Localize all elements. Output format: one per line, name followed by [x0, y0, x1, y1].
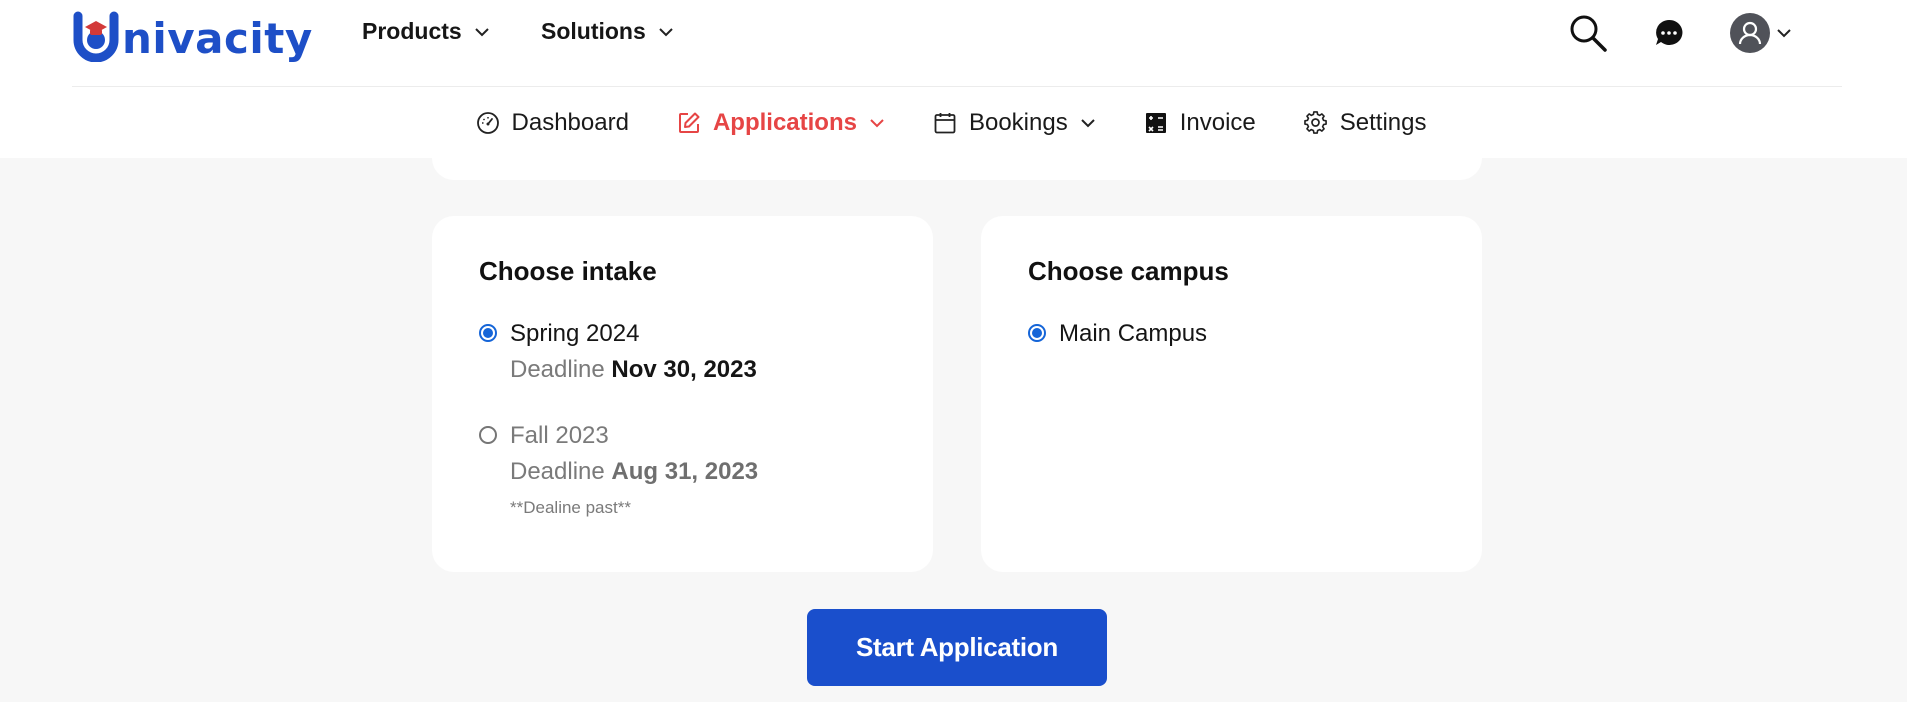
edit-icon: [678, 112, 700, 133]
chevron-down-icon: [474, 27, 489, 36]
tab-settings-label: Settings: [1339, 108, 1427, 136]
brand-name: nivacity: [122, 14, 313, 63]
campus-option-name: Main Campus: [1059, 320, 1208, 347]
nav-products[interactable]: Products: [362, 18, 490, 45]
radio-fall-2023[interactable]: [479, 426, 497, 444]
tab-bookings[interactable]: Bookings: [933, 109, 1096, 137]
chevron-down-icon: [870, 118, 884, 127]
tab-dashboard-label: Dashboard: [511, 108, 629, 136]
deadline-label: Deadline: [510, 356, 605, 383]
chevron-down-icon: [1080, 118, 1095, 127]
chevron-down-icon: [659, 27, 673, 36]
chevron-down-icon: [1777, 29, 1791, 38]
intake-option-deadline: Deadline Nov 30, 2023: [510, 356, 757, 384]
intake-title: Choose intake: [479, 256, 657, 286]
tab-bookings-label: Bookings: [968, 108, 1068, 136]
gauge-icon: [476, 111, 499, 134]
tab-applications[interactable]: Applications: [677, 109, 885, 137]
deadline-date: Nov 30, 2023: [611, 356, 757, 383]
invoice-icon: [1145, 112, 1166, 133]
nav-solutions-label: Solutions: [541, 18, 646, 44]
nav-products-label: Products: [362, 18, 462, 44]
chat-button[interactable]: [1654, 0, 1684, 66]
tab-invoice[interactable]: Invoice: [1144, 109, 1256, 137]
intake-card: Choose intake Spring 2024 Deadline Nov 3…: [432, 216, 933, 572]
deadline-label: Deadline: [510, 458, 605, 485]
tab-settings[interactable]: Settings: [1303, 108, 1427, 137]
search-button[interactable]: [1568, 0, 1608, 66]
tab-dashboard[interactable]: Dashboard: [476, 109, 629, 137]
radio-main-campus[interactable]: [1028, 324, 1046, 342]
nav-solutions[interactable]: Solutions: [541, 18, 674, 45]
gear-icon: [1303, 110, 1327, 134]
campus-card: Choose campus Main Campus: [981, 216, 1482, 572]
chat-icon: [1656, 19, 1683, 45]
intake-option-name: Fall 2023: [510, 422, 609, 449]
intake-option-name: Spring 2024: [510, 320, 640, 347]
user-menu[interactable]: [1730, 0, 1792, 66]
top-bar: nivacity Products Solutions: [72, 0, 1842, 87]
app-header: nivacity Products Solutions Dashboard Ap…: [0, 0, 1907, 158]
deadline-past-note: **Dealine past**: [510, 498, 631, 517]
campus-title: Choose campus: [1028, 256, 1229, 286]
deadline-date: Aug 31, 2023: [611, 458, 759, 485]
brand-logo[interactable]: nivacity: [72, 8, 313, 63]
radio-spring-2024[interactable]: [479, 324, 497, 342]
previous-card-edge: [432, 140, 1482, 180]
start-application-button[interactable]: Start Application: [807, 609, 1107, 686]
calendar-icon: [934, 112, 956, 133]
tab-applications-label: Applications: [712, 108, 857, 136]
intake-option-deadline: Deadline Aug 31, 2023: [510, 458, 758, 486]
search-icon: [1570, 15, 1607, 52]
logo-mark-icon: [72, 10, 120, 63]
user-avatar-icon: [1730, 13, 1770, 53]
tab-invoice-label: Invoice: [1179, 108, 1256, 136]
